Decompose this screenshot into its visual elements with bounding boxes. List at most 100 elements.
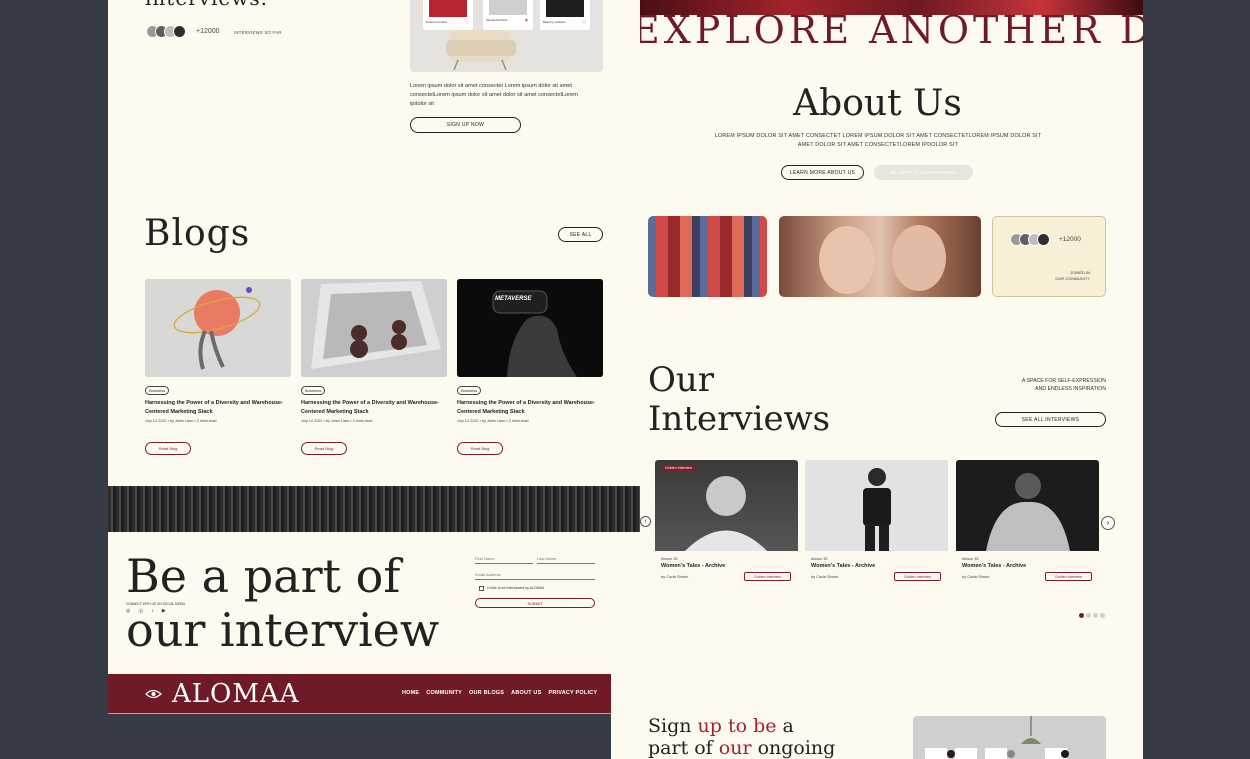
blog-meta-1: July 14 2022 • by Jules Liam • 3 mins re… xyxy=(145,419,217,423)
interview-photo-1 xyxy=(655,460,798,551)
interviews-section: Our Interviews A SPACE FOR SELF-EXPRESSI… xyxy=(640,338,1143,662)
blogs-section: Blogs SEE ALL Business Harnessing the Po… xyxy=(108,175,640,486)
join-title-line2: our interview xyxy=(126,603,440,657)
hero-count-caption: INTERVIEWS SO FAR xyxy=(234,30,282,35)
chevron-left-icon[interactable]: ‹ xyxy=(640,516,651,527)
first-name-input[interactable] xyxy=(475,554,533,564)
social-caption: CONNECT WITH US ON SOCIAL MEDIA xyxy=(126,602,186,606)
interview-title-3: Women's Tales - Archive xyxy=(962,563,1027,569)
read-blog-button-2[interactable]: Read Blog xyxy=(301,442,347,455)
interview-card-1[interactable]: Golden Interview #Issue 35 Women's Tales… xyxy=(655,460,798,588)
instagram-icon[interactable]: ◎ xyxy=(126,608,130,615)
footer-nav-community[interactable]: COMMUNITY xyxy=(426,690,462,696)
blogs-title: Blogs xyxy=(144,213,251,254)
studio-image xyxy=(913,716,1106,759)
footer-nav-blogs[interactable]: OUR BLOGS xyxy=(469,690,504,696)
signup-now-button[interactable]: SIGN UP NOW xyxy=(410,117,521,133)
interview-title-1: Women's Tales - Archive xyxy=(661,563,726,569)
heart-icon[interactable]: ♡ xyxy=(582,20,586,26)
blog-tag-2: Business xyxy=(301,386,326,395)
faces-illustration xyxy=(819,225,946,294)
tiktok-icon[interactable]: ♪ xyxy=(151,608,154,615)
blog-image-1[interactable] xyxy=(145,279,291,377)
hero-description: Lorem ipsum dolor sit amet consectet Lor… xyxy=(410,83,578,107)
heart-icon[interactable]: ♡ xyxy=(465,20,469,26)
pagination-dot[interactable] xyxy=(1093,613,1098,618)
hero-section: interviews. +12000 INTERVIEWS SO FAR Dol… xyxy=(108,0,640,175)
mini-card-name-3: Bethany Jackson xyxy=(543,20,566,24)
signup-line-1: Sign up to be a xyxy=(648,715,794,737)
hero-heading-fragment: interviews. xyxy=(145,0,268,10)
abstract-gradient-image xyxy=(648,216,767,297)
pagination-dot[interactable] xyxy=(1086,613,1091,618)
signup-line2-a: part of xyxy=(648,737,719,759)
blog-image-3[interactable]: METAVERSE xyxy=(457,279,603,377)
interview-author-1: by Carla Simón xyxy=(661,574,689,579)
blog-tag-3: Business xyxy=(457,386,482,395)
signup-line-2: part of our ongoing xyxy=(648,737,835,759)
about-text: LOREM IPSUM DOLOR SIT AMET CONSECTET LOR… xyxy=(714,133,1042,148)
interview-badge-3: Golden Interview xyxy=(1045,572,1092,581)
interview-badge-2: Golden Interview xyxy=(894,572,941,581)
hero-image: Dolores Umbria ♡ Alexandra Paris ♥ Betha… xyxy=(410,0,603,72)
signup-line1-b: up to be xyxy=(697,715,777,737)
blog-meta-2: July 14 2022 • by Jules Liam • 3 mins re… xyxy=(301,419,373,423)
be-part-button[interactable]: BE A PART OF OUR INTERVIEWS xyxy=(874,165,973,180)
footer-nav-privacy[interactable]: PRIVACY POLICY xyxy=(548,690,597,696)
footer-brand[interactable]: ALOMAA xyxy=(172,679,300,709)
blog-meta-3: July 14 2022 • by Jules Liam • 3 mins re… xyxy=(457,419,529,423)
interviews-title-line1: Our xyxy=(648,360,715,400)
interview-checkbox[interactable] xyxy=(479,586,484,591)
signup-line2-c: ongoing xyxy=(751,737,836,759)
blog-title-2[interactable]: Harnessing the Power of a Diversity and … xyxy=(301,399,441,416)
community-count: +12000 xyxy=(1059,236,1081,243)
read-blog-button-1[interactable]: Read Blog xyxy=(145,442,191,455)
interviews-tagline-1: A SPACE FOR SELF-EXPRESSION xyxy=(1021,378,1106,384)
interview-badge-1: Golden Interview xyxy=(744,572,791,581)
read-blog-button-3[interactable]: Read Blog xyxy=(457,442,503,455)
blog-title-1[interactable]: Harnessing the Power of a Diversity and … xyxy=(145,399,285,416)
interview-author-2: by Carla Simón xyxy=(811,574,839,579)
submit-button[interactable]: SUBMIT xyxy=(475,598,595,608)
mini-profile-card-3: Bethany Jackson ♡ xyxy=(540,0,590,30)
pagination-dot[interactable] xyxy=(1100,613,1105,618)
email-input[interactable] xyxy=(475,570,595,580)
mini-card-name-2: Alexandra Paris xyxy=(486,18,508,22)
blog-title-3[interactable]: Harnessing the Power of a Diversity and … xyxy=(457,399,597,416)
interview-title-2: Women's Tales - Archive xyxy=(811,563,876,569)
chevron-right-icon[interactable]: › xyxy=(1101,516,1115,530)
brand-eye-icon xyxy=(145,687,162,699)
signup-line1-a: Sign xyxy=(648,715,698,737)
mirror-figure-illustration xyxy=(301,279,447,377)
blogs-see-all-button[interactable]: SEE ALL xyxy=(558,227,603,242)
interview-issue-1: #Issue 35 xyxy=(661,557,678,561)
mini-profile-card-1: Dolores Umbria ♡ xyxy=(423,0,473,30)
community-caption-2: OUR COMMUNITY xyxy=(1055,276,1090,281)
interviews-title-line2: Interviews xyxy=(648,399,831,439)
join-section: Be a part of our interview CONNECT WITH … xyxy=(108,532,640,674)
last-name-input[interactable] xyxy=(537,554,595,564)
blog-image-2[interactable] xyxy=(301,279,447,377)
mini-card-name-1: Dolores Umbria xyxy=(426,20,447,24)
join-title-line1: Be a part of xyxy=(126,549,401,603)
interview-card-2[interactable]: #Issue 35 Women's Tales - Archive by Car… xyxy=(805,460,948,588)
vr-caption: METAVERSE xyxy=(495,296,532,302)
community-card: +12000 JOINED IN OUR COMMUNITY xyxy=(992,216,1106,297)
studio-lamp-illustration xyxy=(925,716,1069,759)
community-avatars xyxy=(1010,233,1050,246)
youtube-icon[interactable]: ▶ xyxy=(162,608,166,615)
pinterest-icon[interactable]: ⓟ xyxy=(138,608,143,615)
interviews-tagline-2: AND ENDLESS INSPIRATION xyxy=(1035,386,1106,392)
about-title: About Us xyxy=(793,83,962,124)
footer-nav-about[interactable]: ABOUT US xyxy=(511,690,541,696)
learn-more-button[interactable]: LEARN MORE ABOUT US xyxy=(781,165,864,180)
footer-nav-home[interactable]: HOME xyxy=(402,690,419,696)
pagination-dot-active[interactable] xyxy=(1079,613,1084,618)
interview-issue-3: #Issue 35 xyxy=(962,557,979,561)
heart-icon[interactable]: ♥ xyxy=(525,18,528,24)
planet-figure-illustration xyxy=(145,279,291,377)
texture-divider xyxy=(108,486,640,532)
carousel-pagination xyxy=(1077,613,1105,618)
see-all-interviews-button[interactable]: SEE ALL INTERVIEWS xyxy=(995,412,1106,427)
interview-card-3[interactable]: #Issue 35 Women's Tales - Archive by Car… xyxy=(956,460,1099,588)
